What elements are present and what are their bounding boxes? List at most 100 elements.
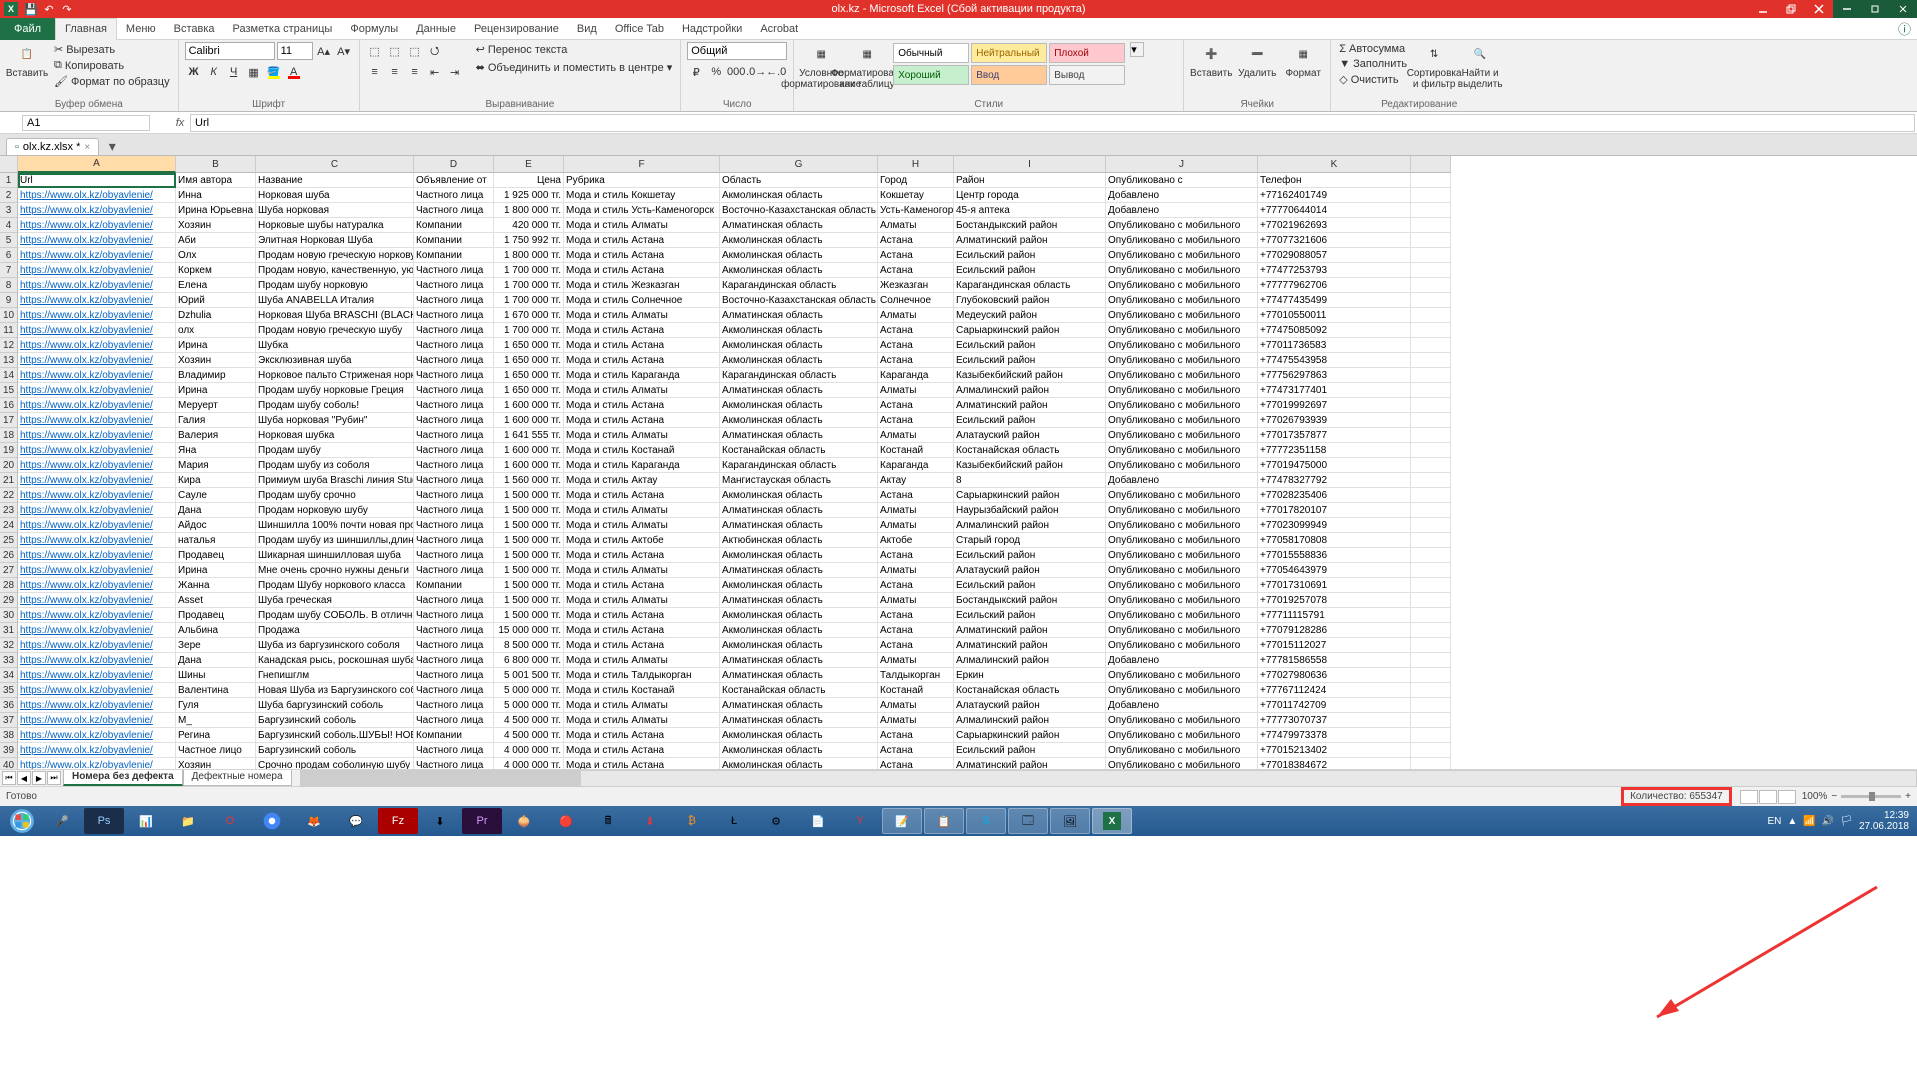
data-cell[interactable]: Алматинский район [954,233,1106,248]
data-cell[interactable]: Акмолинская область [720,623,878,638]
style-neutral[interactable]: Нейтральный [971,43,1047,63]
data-cell[interactable]: Шуба норковая "Рубин" [256,413,414,428]
data-cell[interactable]: Частного лица [414,338,494,353]
taskbar-bitcoin[interactable]: ₿ [672,808,712,834]
restore-workbook-button[interactable] [1861,0,1889,18]
data-cell[interactable]: +77770644014 [1258,203,1411,218]
data-cell[interactable]: Сауле [176,488,256,503]
data-cell[interactable]: Алматинская область [720,563,878,578]
data-cell[interactable]: Бостандыкский район [954,218,1106,233]
data-cell[interactable]: Астана [878,248,954,263]
data-cell[interactable]: Частного лица [414,443,494,458]
data-cell[interactable]: Караганда [878,368,954,383]
data-cell[interactable]: Астана [878,743,954,758]
empty-cell[interactable] [1411,728,1451,743]
align-right-button[interactable]: ≡ [406,63,424,81]
ribbon-tab[interactable]: Главная [55,18,117,40]
data-cell[interactable]: https://www.olx.kz/obyavlenie/ [18,428,176,443]
data-cell[interactable]: Костанай [878,443,954,458]
name-box[interactable] [22,115,150,131]
view-normal-button[interactable] [1740,790,1758,804]
data-cell[interactable]: Продам новую греческую шубу [256,323,414,338]
data-cell[interactable]: 1 650 000 тг. [494,368,564,383]
row-header[interactable]: 7 [0,263,18,278]
minimize-button[interactable] [1749,0,1777,18]
row-header[interactable]: 35 [0,683,18,698]
data-cell[interactable]: Усть-Каменогорск [878,203,954,218]
save-icon[interactable]: 💾 [24,2,38,16]
data-cell[interactable]: 1 500 000 тг. [494,608,564,623]
tray-flag-icon[interactable]: 🏳 [1840,816,1853,827]
zoom-out-button[interactable]: − [1831,791,1837,802]
data-cell[interactable]: Жезказган [878,278,954,293]
data-cell[interactable]: Есильский район [954,608,1106,623]
data-cell[interactable]: https://www.olx.kz/obyavlenie/ [18,548,176,563]
data-cell[interactable]: Опубликовано с мобильного [1106,413,1258,428]
row-header[interactable]: 26 [0,548,18,563]
data-cell[interactable]: Мода и стиль Алматы [564,218,720,233]
column-header[interactable]: E [494,156,564,173]
comma-button[interactable]: 000 [727,63,745,81]
data-cell[interactable]: Частного лица [414,533,494,548]
data-cell[interactable]: +77473177401 [1258,383,1411,398]
data-cell[interactable]: Опубликовано с мобильного [1106,608,1258,623]
style-output[interactable]: Вывод [1049,65,1125,85]
data-cell[interactable]: Акмолинская область [720,188,878,203]
data-cell[interactable]: Гуля [176,698,256,713]
data-cell[interactable]: Акмолинская область [720,263,878,278]
header-cell[interactable]: Рубрика [564,173,720,188]
row-header[interactable]: 10 [0,308,18,323]
data-cell[interactable]: Алматинская область [720,218,878,233]
data-cell[interactable]: Опубликовано с мобильного [1106,233,1258,248]
data-cell[interactable]: Мода и стиль Астана [564,323,720,338]
data-cell[interactable]: Караганда [878,458,954,473]
row-header[interactable]: 5 [0,233,18,248]
data-cell[interactable]: Опубликовано с мобильного [1106,383,1258,398]
empty-cell[interactable] [1411,743,1451,758]
data-cell[interactable]: Жанна [176,578,256,593]
data-cell[interactable]: Алматинский район [954,623,1106,638]
data-cell[interactable]: Частного лица [414,698,494,713]
data-cell[interactable]: Алматинская область [720,428,878,443]
empty-cell[interactable] [1411,413,1451,428]
header-cell[interactable]: Url [18,173,176,188]
orientation-button[interactable]: ⭯ [426,42,444,60]
bold-button[interactable]: Ж [185,63,203,81]
data-cell[interactable]: https://www.olx.kz/obyavlenie/ [18,623,176,638]
header-cell[interactable]: Название [256,173,414,188]
taskbar-app5[interactable]: 🗔 [1008,808,1048,834]
data-cell[interactable]: Алматинская область [720,383,878,398]
data-cell[interactable]: Алматинская область [720,593,878,608]
data-cell[interactable]: Продам новую греческую норковую [256,248,414,263]
taskbar-opera[interactable]: O [210,808,250,834]
style-normal[interactable]: Обычный [893,43,969,63]
data-cell[interactable]: Владимир [176,368,256,383]
row-header[interactable]: 30 [0,608,18,623]
ribbon-tab[interactable]: Формулы [341,18,407,40]
data-cell[interactable]: Костанайская область [720,443,878,458]
header-cell[interactable]: Объявление от [414,173,494,188]
horizontal-scrollbar[interactable] [300,770,1917,787]
clear-button[interactable]: ◇Очистить [1337,72,1409,87]
currency-button[interactable]: ₽ [687,63,705,81]
header-cell[interactable]: Область [720,173,878,188]
data-cell[interactable]: Еркин [954,668,1106,683]
sheet-nav-prev[interactable]: ◀ [17,771,31,785]
data-cell[interactable]: 1 600 000 тг. [494,443,564,458]
data-cell[interactable]: Опубликовано с мобильного [1106,638,1258,653]
data-cell[interactable]: +77017820107 [1258,503,1411,518]
sort-filter-button[interactable]: ⇅Сортировка и фильтр [1413,42,1455,90]
data-cell[interactable]: Добавлено [1106,698,1258,713]
data-cell[interactable]: +77015213402 [1258,743,1411,758]
data-cell[interactable]: Мода и стиль Астана [564,413,720,428]
empty-cell[interactable] [1411,443,1451,458]
data-cell[interactable]: Частного лица [414,548,494,563]
data-cell[interactable]: Акмолинская область [720,638,878,653]
data-cell[interactable]: Мода и стиль Алматы [564,653,720,668]
data-cell[interactable]: Мне очень срочно нужны деньги [256,563,414,578]
sheet-nav-last[interactable]: ⏭ [47,771,61,785]
data-cell[interactable]: Мода и стиль Талдыкорган [564,668,720,683]
data-cell[interactable]: 1 500 000 тг. [494,488,564,503]
column-header[interactable]: G [720,156,878,173]
data-cell[interactable]: 5 001 500 тг. [494,668,564,683]
